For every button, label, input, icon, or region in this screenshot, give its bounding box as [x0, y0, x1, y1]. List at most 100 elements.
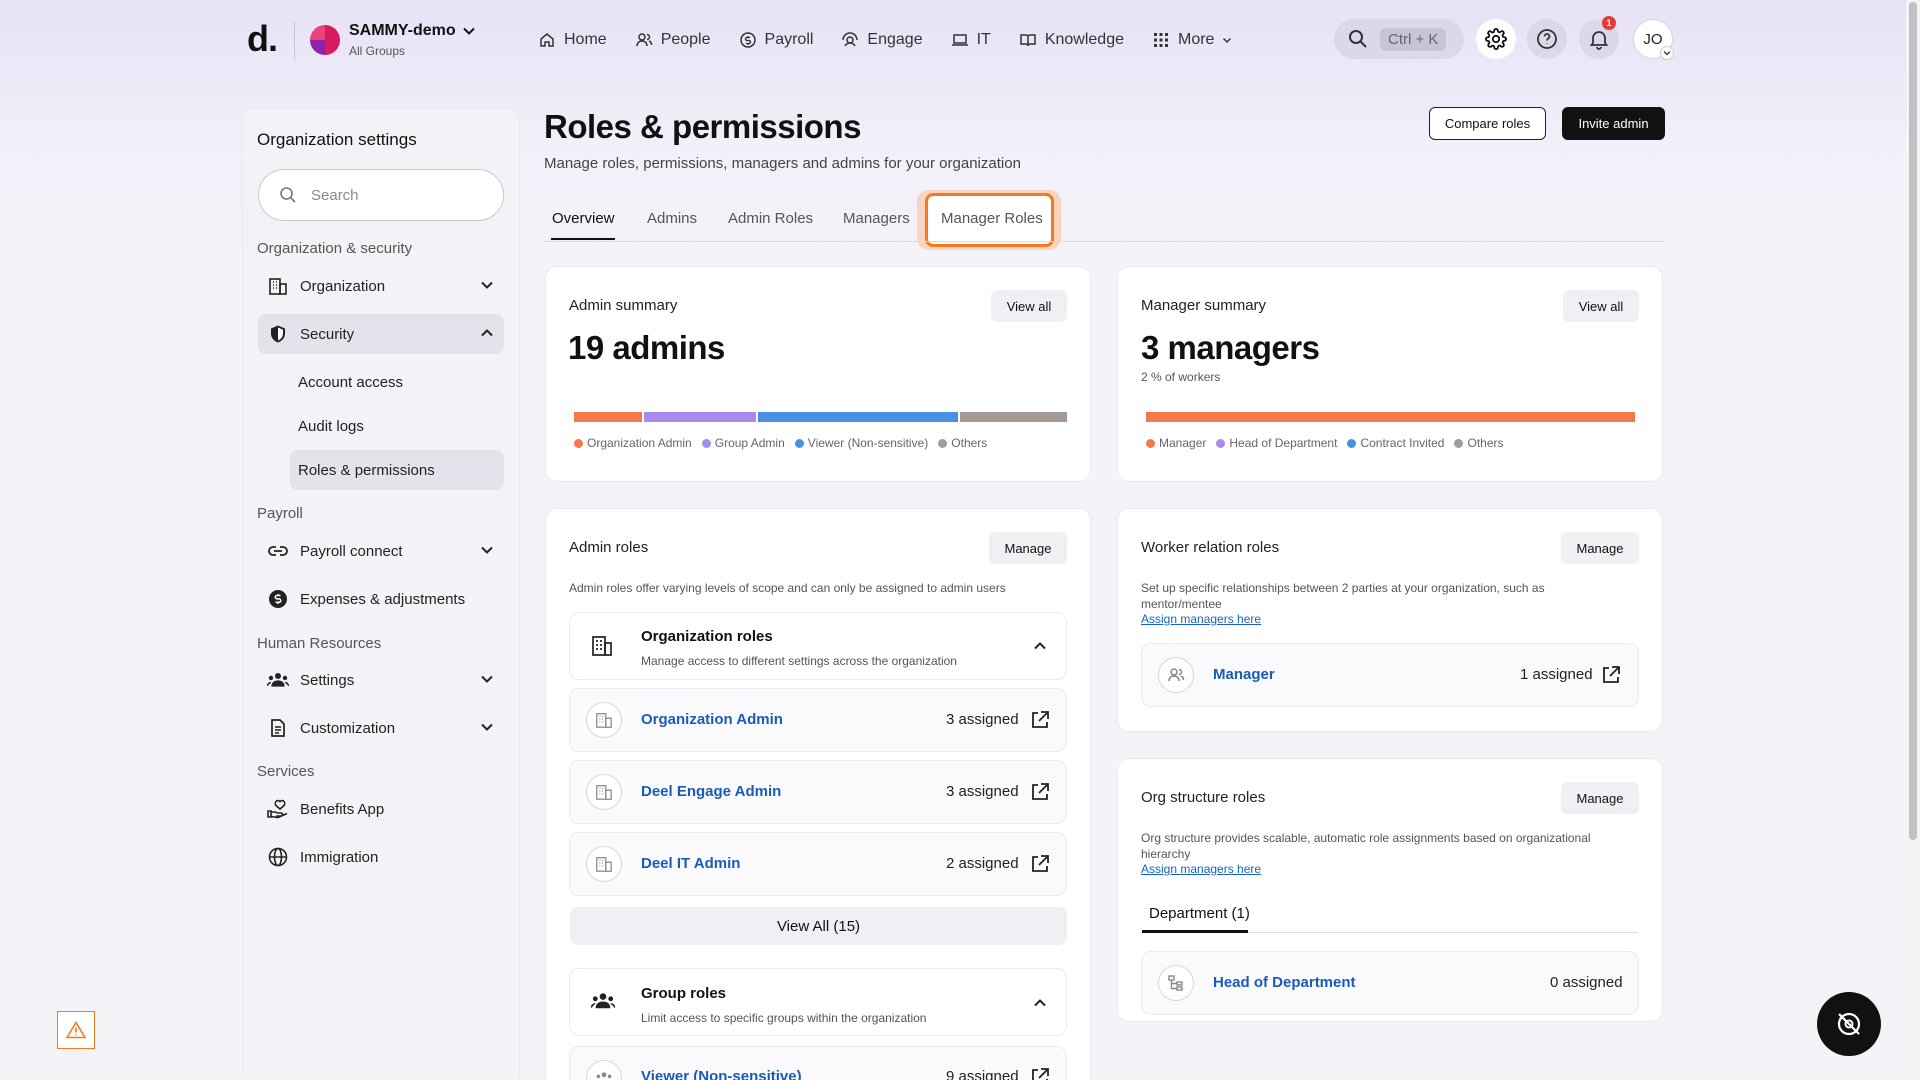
payroll-icon	[739, 31, 757, 49]
chevron-up-icon[interactable]	[1033, 996, 1047, 1010]
notifications-button[interactable]: 1	[1579, 16, 1619, 59]
gear-icon	[1485, 28, 1507, 50]
bar-segment-others	[959, 412, 1068, 422]
chevron-up-icon[interactable]	[1033, 639, 1047, 653]
view-all-admin-roles-button[interactable]: View All (15)	[570, 907, 1067, 945]
sidebar-item-payroll-connect[interactable]: Payroll connect	[258, 531, 504, 571]
admin-view-all-button[interactable]: View all	[991, 290, 1067, 322]
help-button[interactable]	[1527, 19, 1567, 59]
manager-distribution-bar	[1146, 412, 1635, 422]
nav-more[interactable]: More	[1138, 24, 1246, 56]
deel-logo[interactable]: d.	[247, 18, 278, 60]
assistant-fab-button[interactable]	[1817, 992, 1881, 1056]
workspace-avatar[interactable]	[310, 25, 340, 55]
invite-admin-button[interactable]: Invite admin	[1562, 107, 1665, 140]
assign-managers-link[interactable]: Assign managers here	[1141, 612, 1261, 626]
chevron-down-icon	[480, 543, 494, 557]
sidebar-item-organization[interactable]: Organization	[258, 266, 504, 306]
nav-it-label: IT	[976, 31, 991, 48]
external-link-icon[interactable]	[1030, 710, 1050, 730]
external-link-icon[interactable]	[1030, 854, 1050, 874]
tab-admin-roles[interactable]: Admin Roles	[728, 210, 813, 227]
settings-button[interactable]	[1476, 19, 1516, 59]
workspace-subtitle: All Groups	[349, 44, 406, 58]
active-tab-indicator	[1142, 930, 1248, 933]
sidebar-section-payroll: Payroll	[257, 505, 303, 522]
sidebar-item-immigration[interactable]: Immigration	[258, 837, 504, 877]
logo-separator	[294, 22, 295, 60]
tab-overview[interactable]: Overview	[552, 210, 615, 227]
nav-engage[interactable]: Engage	[827, 24, 936, 56]
manager-count: 3 managers	[1141, 329, 1320, 366]
sidebar-item-settings[interactable]: Settings	[258, 660, 504, 700]
page-subtitle: Manage roles, permissions, managers and …	[544, 155, 1021, 172]
chevron-up-icon	[480, 326, 494, 340]
building-icon	[586, 774, 622, 810]
sidebar-search[interactable]	[258, 169, 504, 221]
role-assigned-count: 3 assigned	[946, 711, 1019, 728]
role-name-link[interactable]: Organization Admin	[641, 711, 783, 728]
tab-managers[interactable]: Managers	[843, 210, 910, 227]
people-icon	[635, 31, 653, 49]
global-search-button[interactable]: Ctrl + K	[1334, 19, 1464, 59]
shield-icon	[266, 322, 290, 346]
warning-button[interactable]	[57, 1011, 95, 1049]
scrollbar-thumb[interactable]	[1909, 2, 1917, 840]
nav-home[interactable]: Home	[536, 24, 621, 56]
admin-roles-manage-button[interactable]: Manage	[989, 532, 1067, 564]
sidebar-item-label: Settings	[300, 671, 355, 689]
external-link-icon[interactable]	[1030, 782, 1050, 802]
home-icon	[538, 31, 556, 49]
building-icon	[266, 274, 290, 298]
external-link-icon[interactable]	[1601, 665, 1621, 685]
legend-item: Others	[938, 436, 987, 450]
manager-summary-title: Manager summary	[1141, 297, 1267, 314]
sidebar-item-customization[interactable]: Customization	[258, 708, 504, 748]
sidebar-search-input[interactable]	[311, 186, 481, 204]
hand-heart-icon	[266, 797, 290, 821]
manager-view-all-button[interactable]: View all	[1563, 290, 1639, 322]
sidebar-item-security[interactable]: Security	[258, 314, 504, 354]
sidebar-item-audit-logs[interactable]: Audit logs	[290, 406, 504, 446]
sidebar-item-roles-permissions[interactable]: Roles & permissions	[290, 450, 504, 490]
tab-admins[interactable]: Admins	[647, 210, 697, 227]
bar-segment-org-admin	[574, 412, 643, 422]
role-name-link[interactable]: Deel IT Admin	[641, 855, 740, 872]
organization-roles-desc: Manage access to different settings acro…	[641, 654, 957, 668]
sidebar-item-benefits[interactable]: Benefits App	[258, 789, 504, 829]
tab-manager-roles[interactable]: Manager Roles	[941, 210, 1043, 227]
legend-item: Contract Invited	[1347, 436, 1444, 450]
nav-people[interactable]: People	[621, 24, 725, 56]
compare-roles-button[interactable]: Compare roles	[1429, 107, 1546, 140]
role-name-link[interactable]: Manager	[1213, 666, 1275, 683]
sidebar-item-expenses[interactable]: Expenses & adjustments	[258, 579, 504, 619]
role-name-link[interactable]: Viewer (Non-sensitive)	[641, 1068, 802, 1080]
building-icon	[586, 846, 622, 882]
nav-payroll[interactable]: Payroll	[725, 24, 828, 56]
engage-icon	[841, 31, 859, 49]
assign-managers-link[interactable]: Assign managers here	[1141, 862, 1261, 876]
top-bar: d. SAMMY-demo All Groups Home People Pay…	[0, 0, 1920, 80]
sidebar-item-account-access[interactable]: Account access	[290, 362, 504, 402]
chevron-down-icon	[462, 24, 476, 38]
external-link-icon[interactable]	[1030, 1067, 1050, 1080]
role-name-link[interactable]: Deel Engage Admin	[641, 783, 781, 800]
workspace-switcher[interactable]: SAMMY-demo	[349, 22, 476, 40]
tab-department[interactable]: Department (1)	[1149, 905, 1250, 922]
dollar-icon	[266, 587, 290, 611]
role-assigned-count: 9 assigned	[946, 1068, 1019, 1080]
nav-knowledge[interactable]: Knowledge	[1005, 24, 1138, 56]
laptop-icon	[951, 31, 969, 49]
sidebar-item-label: Organization	[300, 277, 386, 295]
organization-roles-group[interactable]	[569, 612, 1067, 680]
bar-segment-manager	[1146, 412, 1635, 422]
group-roles-group[interactable]	[569, 968, 1067, 1036]
nav-it[interactable]: IT	[937, 24, 1005, 56]
sidebar-item-label: Benefits App	[300, 800, 385, 818]
worker-relation-description: Set up specific relationships between 2 …	[1141, 581, 1545, 611]
search-icon	[279, 186, 297, 204]
worker-relation-manage-button[interactable]: Manage	[1561, 532, 1639, 564]
bell-icon	[1588, 28, 1610, 50]
role-name-link[interactable]: Head of Department	[1213, 974, 1356, 991]
org-structure-manage-button[interactable]: Manage	[1561, 782, 1639, 814]
